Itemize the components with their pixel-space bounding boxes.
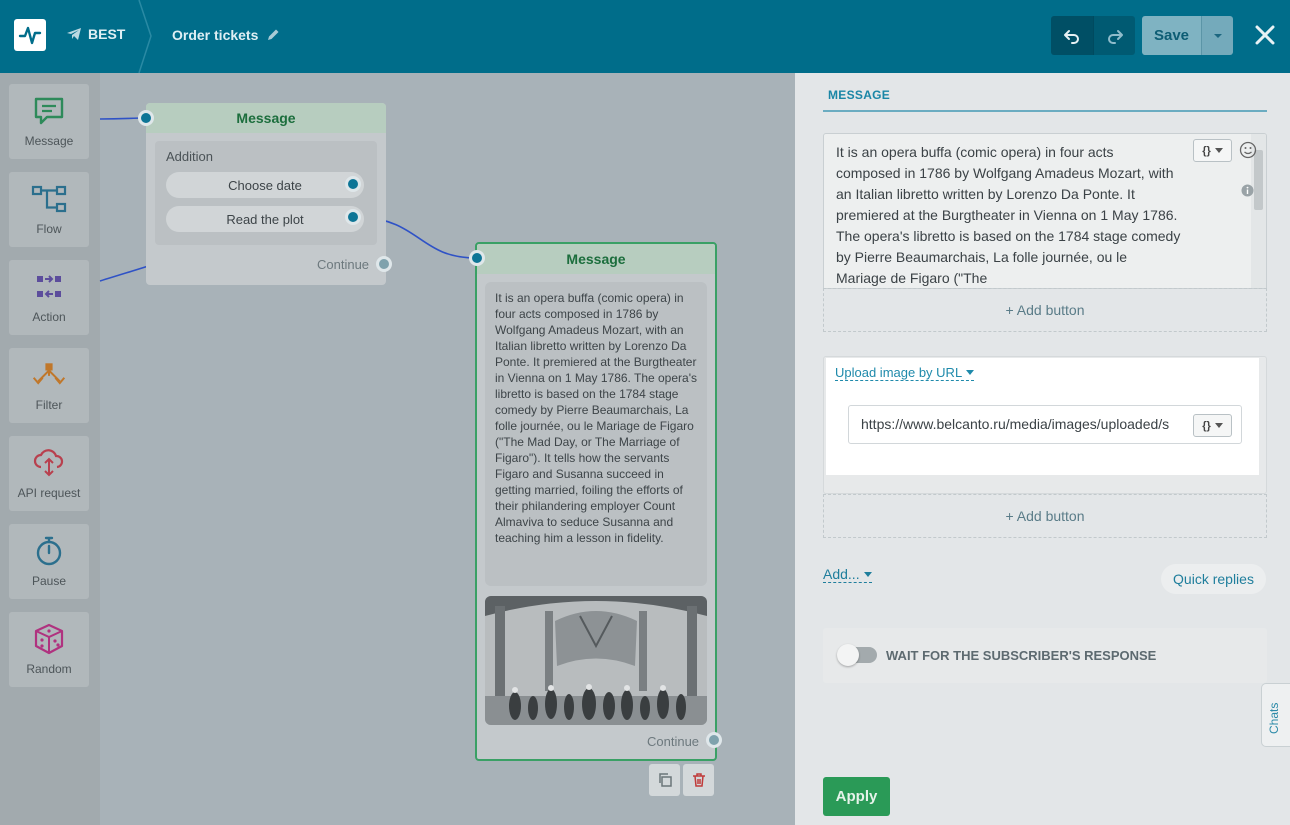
tool-api-request[interactable]: API request [9, 436, 89, 511]
upload-label: Upload image by URL [835, 365, 963, 380]
delete-node-button[interactable] [683, 764, 714, 796]
message-text-editor[interactable]: It is an opera buffa (comic opera) in fo… [823, 133, 1267, 289]
node2-input-port[interactable] [469, 250, 485, 266]
add-button-2[interactable]: + Add button [823, 494, 1267, 538]
message-node-1[interactable]: Message Addition Choose date Read the pl… [146, 103, 386, 285]
emoji-icon[interactable] [1239, 141, 1257, 159]
panel-section-title: MESSAGE [828, 88, 891, 102]
bot-breadcrumb[interactable]: BEST [66, 26, 125, 42]
action-icon [31, 270, 67, 304]
close-icon[interactable] [1252, 22, 1278, 48]
chats-tab[interactable]: Chats [1261, 683, 1290, 747]
flow-name: Order tickets [172, 27, 259, 43]
app-logo-icon[interactable] [14, 19, 46, 51]
tool-filter[interactable]: Filter [9, 348, 89, 423]
message-icon [31, 94, 67, 128]
tool-label: Filter [35, 398, 63, 412]
pencil-icon[interactable] [266, 28, 280, 42]
undo-redo-group [1051, 16, 1135, 55]
tool-label: API request [17, 486, 81, 500]
filter-icon [31, 358, 67, 392]
tool-pause[interactable]: Pause [9, 524, 89, 599]
telegram-icon [67, 28, 81, 40]
image-url-value[interactable]: https://www.belcanto.ru/media/images/upl… [861, 416, 1191, 432]
tool-action[interactable]: Action [9, 260, 89, 335]
url-variable-button[interactable]: {} [1193, 414, 1232, 437]
tool-flow[interactable]: Flow [9, 172, 89, 247]
undo-icon [1064, 29, 1079, 44]
image-url-input[interactable]: https://www.belcanto.ru/media/images/upl… [848, 405, 1242, 444]
node-button-read-plot[interactable]: Read the plot [166, 206, 364, 232]
chevron-down-icon [1214, 423, 1223, 428]
node-title: Message [477, 244, 715, 274]
add-label: Add... [823, 566, 860, 582]
redo-button[interactable] [1093, 16, 1135, 55]
opera-engraving-image [485, 596, 707, 725]
copy-icon [658, 773, 672, 787]
node-buttons-section: Addition Choose date Read the plot [155, 141, 377, 245]
chevron-down-icon [1213, 33, 1222, 38]
add-button-1[interactable]: + Add button [823, 288, 1267, 332]
node-title: Message [146, 103, 386, 133]
section-underline [823, 110, 1267, 112]
upload-image-dropdown[interactable]: Upload image by URL [835, 365, 975, 381]
variable-icon: {} [1202, 144, 1211, 157]
node-message-text: It is an opera buffa (comic opera) in fo… [485, 282, 707, 586]
message-textarea[interactable]: It is an opera buffa (comic opera) in fo… [836, 142, 1181, 288]
wait-response-card: WAIT FOR THE SUBSCRIBER'S RESPONSE [823, 628, 1267, 683]
chevron-down-icon [966, 370, 975, 375]
api-cloud-icon [31, 446, 67, 480]
redo-icon [1107, 29, 1123, 44]
tool-label: Message [24, 134, 74, 148]
info-icon[interactable] [1241, 184, 1254, 197]
tool-label: Pause [31, 574, 67, 588]
undo-button[interactable] [1051, 16, 1093, 55]
insert-variable-button[interactable]: {} [1193, 139, 1232, 162]
wait-response-toggle[interactable] [837, 644, 877, 666]
quick-replies-button[interactable]: Quick replies [1161, 564, 1266, 594]
tool-random[interactable]: Random [9, 612, 89, 687]
stopwatch-icon [31, 534, 67, 568]
read-plot-port[interactable] [345, 209, 361, 225]
tool-label: Random [26, 662, 72, 676]
flow-name-breadcrumb[interactable]: Order tickets [172, 27, 280, 43]
flow-icon [31, 182, 67, 216]
bot-name: BEST [88, 26, 126, 42]
dice-icon [31, 622, 67, 656]
duplicate-node-button[interactable] [649, 764, 680, 796]
save-options-button[interactable] [1201, 16, 1233, 55]
chevron-down-icon [863, 571, 872, 577]
top-bar: BEST Order tickets Save [0, 0, 1290, 73]
message-node-2[interactable]: Message It is an opera buffa (comic oper… [475, 242, 717, 761]
continue-label: Continue [647, 734, 700, 749]
node2-continue-port[interactable] [706, 732, 722, 748]
tool-message[interactable]: Message [9, 84, 89, 159]
tool-label: Action [32, 310, 66, 324]
node1-continue-port[interactable] [376, 256, 392, 272]
continue-label: Continue [317, 257, 370, 272]
node-button-choose-date[interactable]: Choose date [166, 172, 364, 198]
add-content-dropdown[interactable]: Add... [823, 566, 872, 583]
trash-icon [692, 773, 705, 787]
chevron-down-icon [1214, 148, 1223, 153]
section-label: Addition [166, 149, 213, 164]
breadcrumb-separator [138, 0, 152, 73]
variable-icon: {} [1202, 419, 1211, 432]
save-button[interactable]: Save [1142, 16, 1201, 55]
tool-label: Flow [36, 222, 62, 236]
apply-button[interactable]: Apply [823, 777, 890, 816]
chats-label: Chats [1267, 702, 1281, 734]
tool-palette: Message Flow Action Filter API request P… [0, 73, 100, 825]
node1-input-port[interactable] [138, 110, 154, 126]
wait-response-label: WAIT FOR THE SUBSCRIBER'S RESPONSE [886, 648, 1157, 663]
choose-date-port[interactable] [345, 176, 361, 192]
